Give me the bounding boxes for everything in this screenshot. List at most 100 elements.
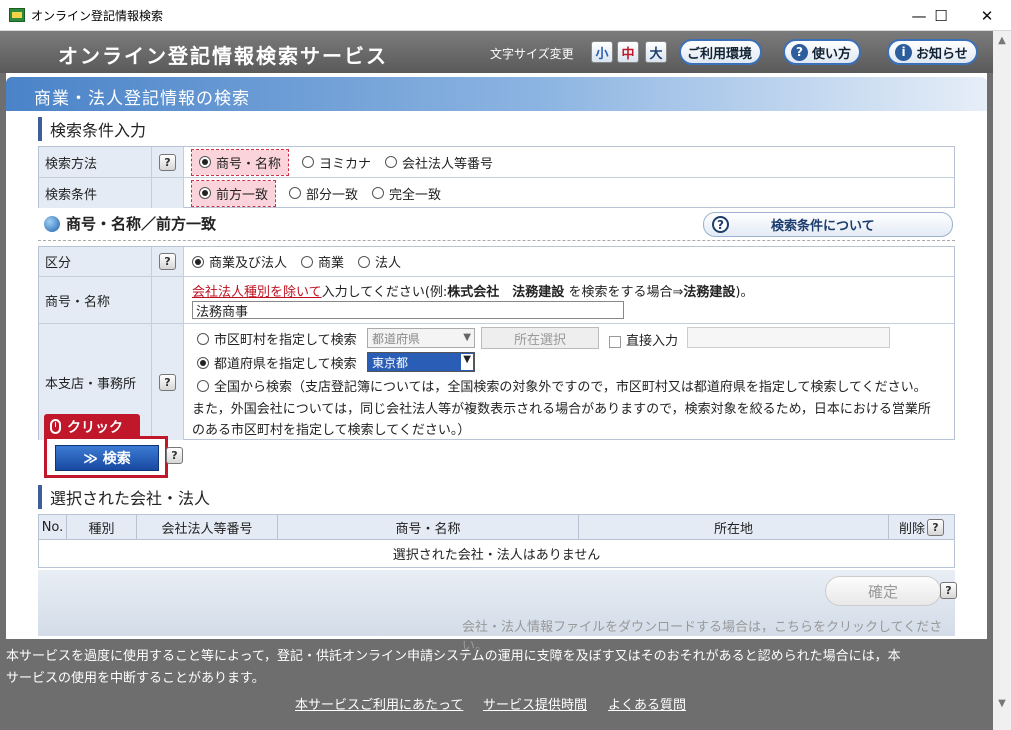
- maximize-button[interactable]: ☐: [918, 0, 964, 31]
- hint-text: )。: [735, 285, 754, 300]
- radio-icon: [301, 255, 314, 268]
- radio-office-city[interactable]: 市区町村を指定して検索: [197, 329, 357, 348]
- search-method-label: 検索方法: [39, 147, 151, 177]
- about-conditions-button[interactable]: ? 検索条件について: [703, 212, 953, 237]
- name-input[interactable]: 法務商事: [192, 301, 624, 320]
- search-method-table: 検索方法 ? 商号・名称 ヨミカナ 会社法人等番号 検索条件 前方一致 部分一致…: [38, 146, 955, 208]
- radio-method-kana[interactable]: ヨミカナ: [302, 153, 371, 172]
- main-panel: 商業・法人登記情報の検索 検索条件入力 検索方法 ? 商号・名称 ヨミカナ 会社…: [6, 73, 987, 654]
- page-title: 商業・法人登記情報の検索: [34, 89, 250, 109]
- window-titlebar: オンライン登記情報検索 — ☐ ✕: [0, 0, 1011, 31]
- help-icon[interactable]: ?: [159, 253, 176, 270]
- link-faq[interactable]: よくある質問: [608, 694, 686, 713]
- prefecture-dropdown[interactable]: 東京都 ▼: [367, 352, 475, 372]
- radio-method-number[interactable]: 会社法人等番号: [385, 153, 493, 172]
- subsection-title: 商号・名称／前方一致: [44, 213, 216, 234]
- search-method-help-cell: ?: [151, 147, 184, 177]
- usage-notice: 本サービスを過度に使用すること等によって，登記・供託オンライン申請システムの運用…: [6, 646, 981, 690]
- col-name: 商号・名称: [278, 515, 579, 539]
- selected-heading: 選択された会社・法人: [38, 485, 210, 509]
- subsection-title-text: 商号・名称／前方一致: [66, 215, 217, 233]
- globe-icon: [44, 215, 60, 232]
- help-icon[interactable]: ?: [927, 518, 944, 536]
- link-service-hours[interactable]: サービス提供時間: [483, 694, 587, 713]
- notice-line2: サービスの使用を中断することがあります。: [6, 671, 265, 686]
- search-button-highlight: ≫ 検索: [44, 436, 168, 478]
- office-help-cell: ?: [151, 324, 184, 440]
- radio-selected-icon: [199, 187, 211, 199]
- category-help-cell: ?: [151, 247, 184, 276]
- howto-label: 使い方: [812, 46, 852, 62]
- selected-table-header: No. 種別 会社法人等番号 商号・名称 所在地 削除?: [39, 515, 954, 540]
- radio-method-name[interactable]: 商号・名称: [190, 148, 290, 176]
- selected-empty-message: 選択された会社・法人はありません: [392, 548, 601, 563]
- service-header: オンライン登記情報検索サービス 文字サイズ変更 小 中 大 ご利用環境 ? 使い方…: [0, 31, 993, 73]
- howto-button[interactable]: ? 使い方: [783, 39, 862, 65]
- help-icon[interactable]: ?: [159, 373, 176, 391]
- col-location: 所在地: [579, 515, 889, 539]
- about-conditions-label: 検索条件について: [771, 219, 875, 234]
- link-about-service[interactable]: 本サービスご利用にあたって: [295, 694, 463, 713]
- scroll-up-icon[interactable]: ▲: [993, 31, 1011, 49]
- location-select-button[interactable]: 所在選択: [481, 327, 599, 349]
- name-label: 商号・名称: [39, 277, 151, 323]
- radio-selected-icon: [199, 156, 211, 168]
- radio-category-commerce[interactable]: 商業: [301, 252, 344, 271]
- app-icon: [9, 8, 25, 22]
- search-condition-options: 前方一致 部分一致 完全一致: [190, 178, 455, 208]
- radio-selected-icon: [197, 356, 209, 369]
- radio-condition-exact[interactable]: 完全一致: [372, 184, 441, 203]
- scroll-down-icon[interactable]: ▼: [993, 694, 1011, 712]
- search-condition-label: 検索条件: [39, 178, 151, 208]
- environment-label: ご利用環境: [687, 46, 753, 62]
- environment-button[interactable]: ご利用環境: [679, 39, 763, 65]
- radio-icon: [372, 187, 385, 199]
- font-size-medium-button[interactable]: 中: [617, 41, 639, 63]
- help-icon[interactable]: ?: [940, 582, 957, 599]
- direct-input-checkbox[interactable]: 直接入力: [609, 330, 678, 349]
- prefecture-select[interactable]: 都道府県 ▼: [367, 328, 475, 348]
- help-icon[interactable]: ?: [166, 447, 183, 464]
- radio-condition-partial[interactable]: 部分一致: [289, 184, 358, 203]
- radio-label: 市区町村を指定して検索: [214, 333, 357, 348]
- col-delete-label: 削除: [898, 521, 925, 537]
- hint-text: 入力してください(例:: [321, 285, 448, 300]
- direct-input-label: 直接入力: [626, 334, 679, 349]
- direct-input-field[interactable]: [687, 327, 890, 348]
- font-size-label: 文字サイズ変更: [490, 47, 574, 61]
- radio-office-all[interactable]: 全国から検索（支店登記簿については，全国検索の対象外ですので，市区町村又は都道府…: [197, 376, 927, 395]
- font-size-large-button[interactable]: 大: [645, 41, 667, 63]
- name-row: 商号・名称 会社法人種別を除いて入力してください(例:株式会社 法務建設 を検索…: [39, 277, 954, 324]
- radio-label: 商業及び法人: [209, 256, 288, 271]
- confirm-area: 確定 ? 会社・法人情報ファイルをダウンロードする場合は，こちらをクリックしてく…: [38, 570, 957, 654]
- radio-label: 会社法人等番号: [402, 156, 494, 172]
- service-name: オンライン登記情報検索サービス: [58, 44, 388, 68]
- notice-button[interactable]: i お知らせ: [887, 39, 978, 65]
- office-row: 本支店・事務所 ? 市区町村を指定して検索 都道府県 ▼ 所在選択 直接入力 都道…: [39, 324, 954, 440]
- vertical-scrollbar[interactable]: ▲ ▼: [993, 31, 1011, 730]
- radio-selected-icon: [192, 255, 204, 268]
- close-button[interactable]: ✕: [964, 0, 1010, 31]
- radio-condition-prefix[interactable]: 前方一致: [190, 179, 277, 207]
- radio-icon: [289, 187, 302, 199]
- detail-table: 区分 ? 商業及び法人 商業 法人 商号・名称 会社法人種別を除いて入力してくだ…: [38, 246, 955, 440]
- search-button[interactable]: ≫ 検索: [55, 445, 159, 471]
- radio-category-corporation[interactable]: 法人: [358, 252, 401, 271]
- office-note-line2: また，外国会社については，同じ会社法人等が複数表示される場合がありますので，検索…: [192, 402, 931, 417]
- selected-table: No. 種別 会社法人等番号 商号・名称 所在地 削除? 選択された会社・法人は…: [38, 514, 955, 568]
- hint-link[interactable]: 会社法人種別を除いて: [192, 285, 322, 300]
- search-method-options: 商号・名称 ヨミカナ 会社法人等番号: [190, 147, 507, 177]
- search-condition-help-cell: [151, 178, 184, 208]
- font-size-small-button[interactable]: 小: [591, 41, 613, 63]
- radio-category-both[interactable]: 商業及び法人: [192, 252, 287, 271]
- radio-office-pref[interactable]: 都道府県を指定して検索: [197, 353, 357, 372]
- radio-label: 都道府県を指定して検索: [214, 357, 357, 372]
- radio-icon: [385, 156, 398, 168]
- confirm-button[interactable]: 確定: [825, 576, 941, 606]
- help-icon[interactable]: ?: [159, 153, 176, 171]
- hint-example: 法務建設: [683, 285, 736, 300]
- search-conditions-heading: 検索条件入力: [38, 117, 146, 141]
- category-row: 区分 ? 商業及び法人 商業 法人: [39, 247, 954, 277]
- radio-label: 部分一致: [306, 187, 359, 203]
- radio-label: 完全一致: [389, 187, 442, 203]
